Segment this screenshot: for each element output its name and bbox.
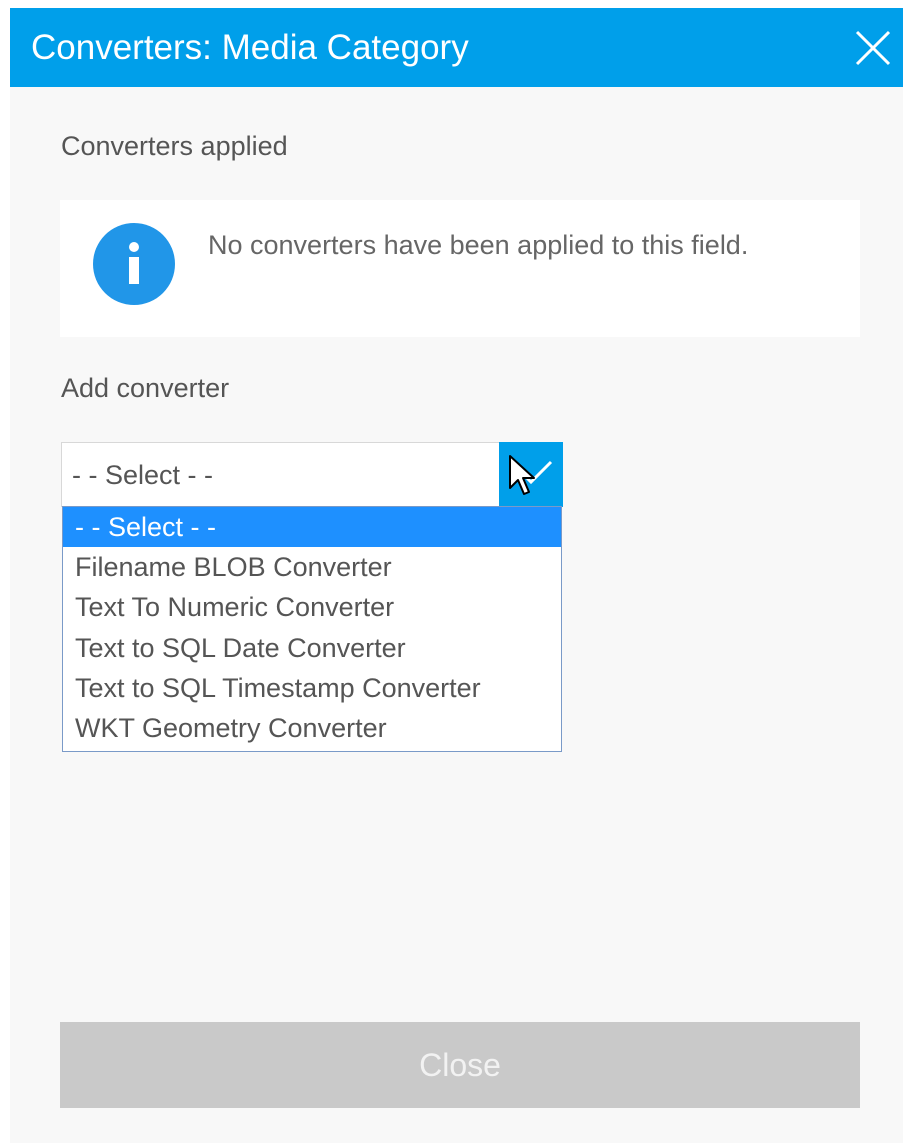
no-converters-message: No converters have been applied to this … (208, 230, 749, 260)
converters-applied-heading: Converters applied (61, 131, 288, 161)
chevron-down-icon (509, 460, 553, 485)
converter-options-list: - - Select - - Filename BLOB Converter T… (62, 506, 562, 752)
converter-select[interactable]: - - Select - - (61, 442, 563, 507)
converters-dialog: Converters: Media Category Converters ap… (10, 8, 903, 1143)
close-button[interactable]: Close (60, 1022, 860, 1108)
option-text-to-sql-timestamp-converter[interactable]: Text to SQL Timestamp Converter (63, 668, 561, 708)
option-text-to-sql-date-converter[interactable]: Text to SQL Date Converter (63, 628, 561, 668)
no-converters-notice: No converters have been applied to this … (60, 200, 860, 337)
info-icon (93, 223, 175, 305)
option-filename-blob-converter[interactable]: Filename BLOB Converter (63, 547, 561, 587)
close-icon[interactable] (855, 30, 891, 66)
converter-select-toggle[interactable] (499, 442, 563, 507)
option-select-placeholder[interactable]: - - Select - - (63, 507, 561, 547)
option-wkt-geometry-converter[interactable]: WKT Geometry Converter (63, 708, 561, 748)
dialog-titlebar: Converters: Media Category (10, 8, 903, 87)
converter-select-value: - - Select - - (72, 460, 214, 490)
option-text-to-numeric-converter[interactable]: Text To Numeric Converter (63, 587, 561, 627)
add-converter-heading: Add converter (61, 373, 230, 403)
dialog-title: Converters: Media Category (31, 28, 469, 67)
